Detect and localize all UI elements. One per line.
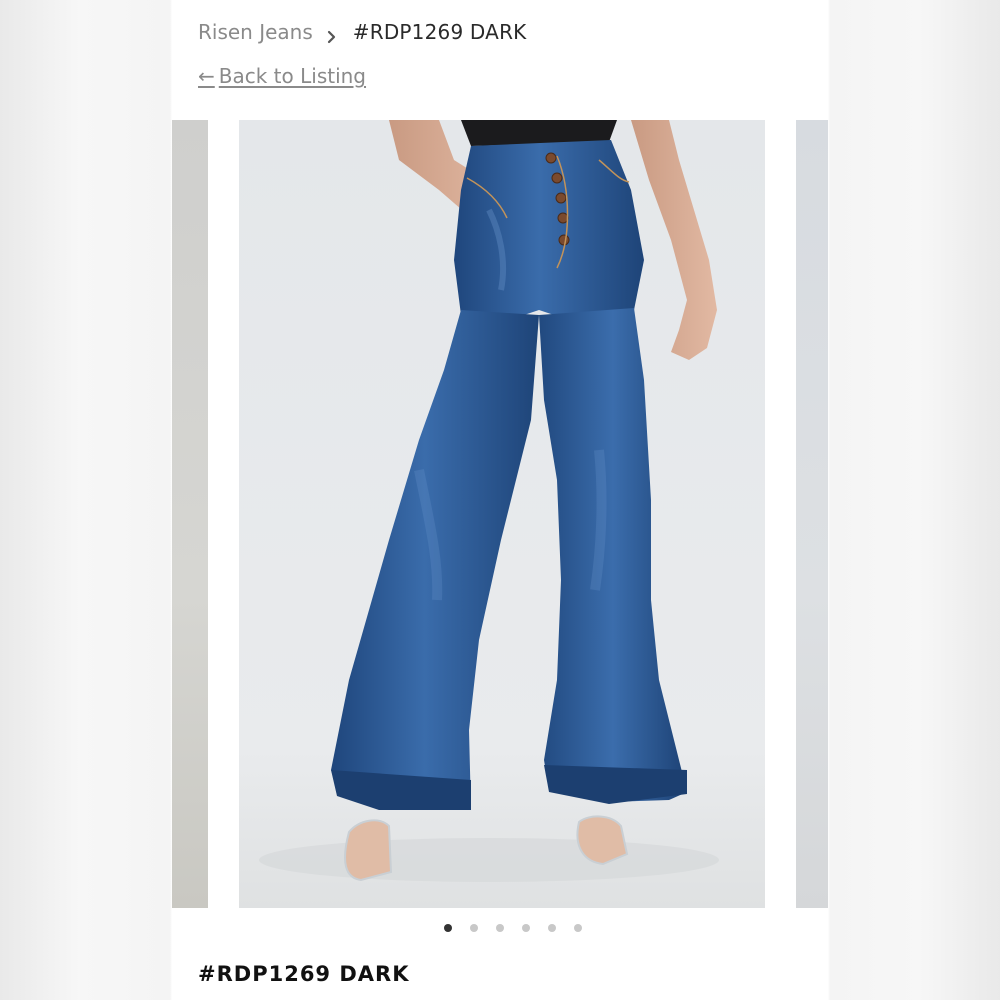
breadcrumb-brand-link[interactable]: Risen Jeans [198, 20, 313, 44]
back-link-label: Back to Listing [218, 64, 367, 88]
next-slide-peek[interactable] [796, 120, 828, 908]
carousel-dot-1[interactable] [444, 924, 452, 932]
chevron-right-icon [325, 25, 339, 44]
carousel-dot-2[interactable] [470, 924, 478, 932]
back-to-listing-link[interactable]: ← Back to Listing [198, 64, 366, 88]
carousel-pagination [172, 924, 828, 938]
carousel-dot-6[interactable] [574, 924, 582, 932]
product-image[interactable] [239, 120, 765, 908]
product-panel: Risen Jeans #RDP1269 DARK ← Back to Listi… [172, 0, 828, 1000]
previous-slide-peek[interactable] [172, 120, 208, 908]
breadcrumb-current: #RDP1269 DARK [352, 20, 527, 44]
arrow-left-icon: ← [198, 64, 215, 88]
carousel-dot-3[interactable] [496, 924, 504, 932]
jeans-photo [239, 120, 765, 908]
image-carousel[interactable] [172, 120, 828, 908]
carousel-dot-4[interactable] [522, 924, 530, 932]
breadcrumb: Risen Jeans #RDP1269 DARK [198, 18, 526, 46]
carousel-dot-5[interactable] [548, 924, 556, 932]
product-title: #RDP1269 DARK [198, 962, 410, 986]
